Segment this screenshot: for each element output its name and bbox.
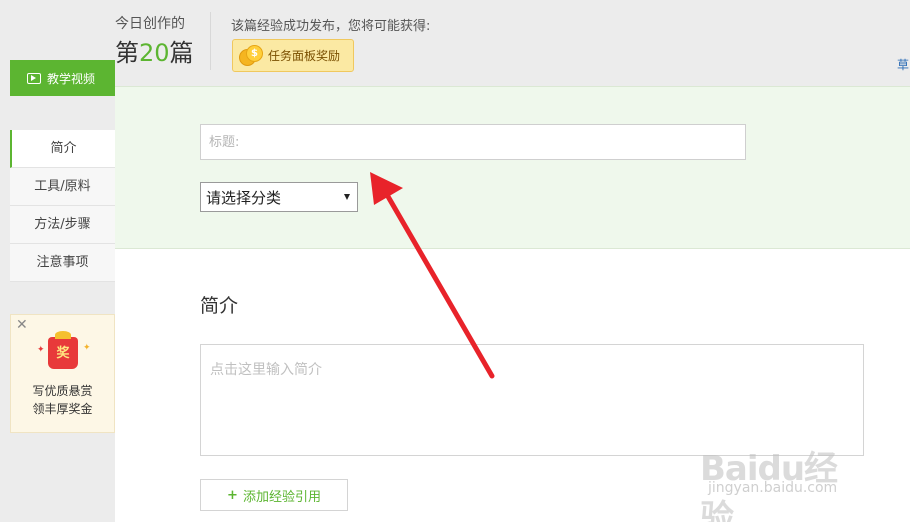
nav-item-tools[interactable]: 工具/原料 — [10, 168, 115, 206]
intro-textarea[interactable]: 点击这里输入简介 — [200, 344, 864, 456]
promo-text-line1: 写优质悬赏 — [32, 384, 93, 398]
publish-reward-text: 该篇经验成功发布，您将可能获得: — [231, 19, 431, 34]
chevron-down-icon — [344, 194, 350, 200]
close-icon[interactable]: ✕ — [16, 317, 28, 333]
sparkle-icon: ✦ — [83, 343, 91, 353]
add-reference-label: 添加经验引用 — [242, 489, 321, 505]
draft-link[interactable]: 草 — [897, 56, 909, 73]
editor-main: 请选择分类 简介 点击这里输入简介 + 添加经验引用 — [115, 86, 910, 522]
red-envelope-icon: 奖 — [48, 331, 78, 369]
daily-count: 第20篇 — [115, 38, 194, 68]
category-select-value: 请选择分类 — [206, 188, 282, 207]
daily-count-label: 今日创作的 — [115, 16, 185, 32]
title-input[interactable] — [200, 124, 746, 160]
nav-item-steps[interactable]: 方法/步骤 — [10, 206, 115, 244]
plus-icon: + — [227, 487, 238, 503]
reward-label: 任务面板奖励 — [268, 49, 341, 63]
add-reference-button[interactable]: + 添加经验引用 — [200, 479, 348, 511]
title-section: 请选择分类 — [115, 86, 910, 249]
video-tab-label: 教学视频 — [47, 71, 96, 86]
teaching-video-tab[interactable]: 教学视频 — [10, 60, 115, 96]
category-select[interactable]: 请选择分类 — [200, 182, 358, 212]
coin-icon: $ — [239, 44, 263, 68]
sparkle-icon: ✦ — [37, 345, 45, 355]
nav-item-intro[interactable]: 简介 — [10, 130, 115, 168]
header-divider — [210, 12, 211, 70]
count-value: 20 — [139, 39, 170, 67]
section-nav: 简介 工具/原料 方法/步骤 注意事项 — [10, 130, 115, 282]
intro-heading: 简介 — [200, 295, 239, 317]
video-icon — [27, 72, 41, 84]
nav-item-notes[interactable]: 注意事项 — [10, 244, 115, 282]
count-prefix: 第 — [115, 39, 139, 67]
promo-text-line2: 领丰厚奖金 — [32, 402, 93, 416]
task-panel-reward-button[interactable]: $ 任务面板奖励 — [232, 39, 354, 72]
bounty-promo-card[interactable]: ✕ ✦ ✦ 奖 写优质悬赏 领丰厚奖金 — [10, 314, 115, 433]
count-suffix: 篇 — [169, 39, 194, 67]
